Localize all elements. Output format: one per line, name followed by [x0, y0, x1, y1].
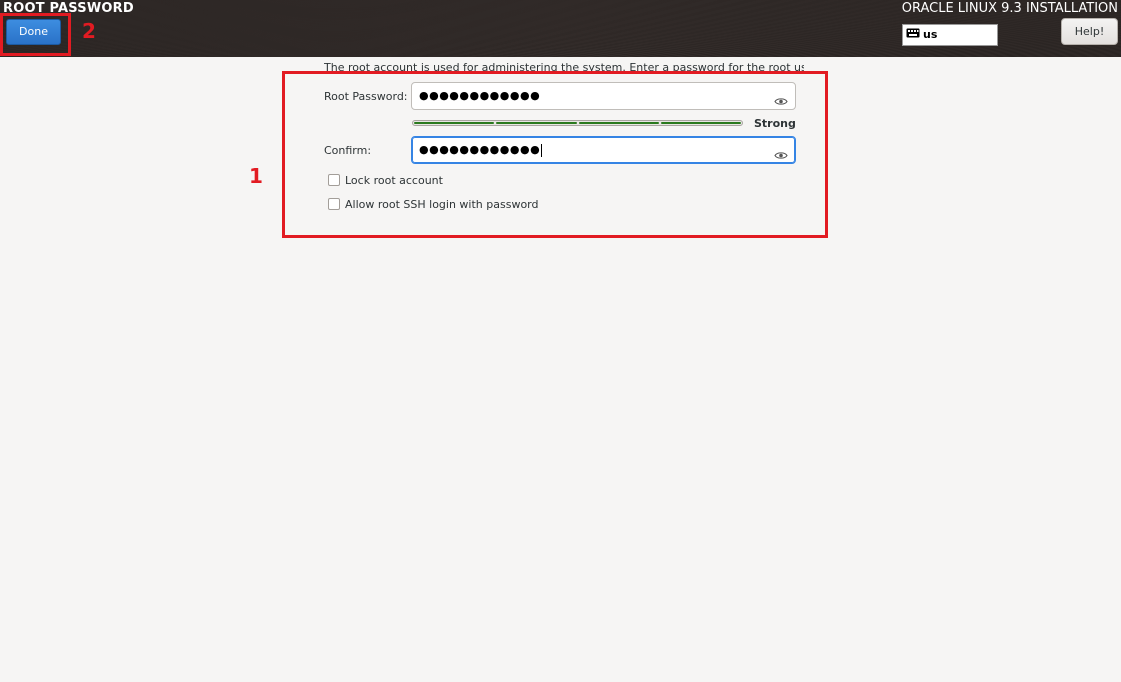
- product-title: ORACLE LINUX 9.3 INSTALLATION: [901, 1, 1118, 16]
- annotation-label-2: 2: [82, 19, 96, 43]
- annotation-box-1: [282, 71, 828, 238]
- keyboard-layout-indicator[interactable]: us: [902, 24, 998, 46]
- annotation-label-1: 1: [249, 164, 263, 188]
- keyboard-icon: [906, 25, 920, 45]
- help-button[interactable]: Help!: [1061, 18, 1118, 45]
- annotation-box-2: [0, 13, 71, 56]
- keyboard-layout-label: us: [923, 28, 938, 41]
